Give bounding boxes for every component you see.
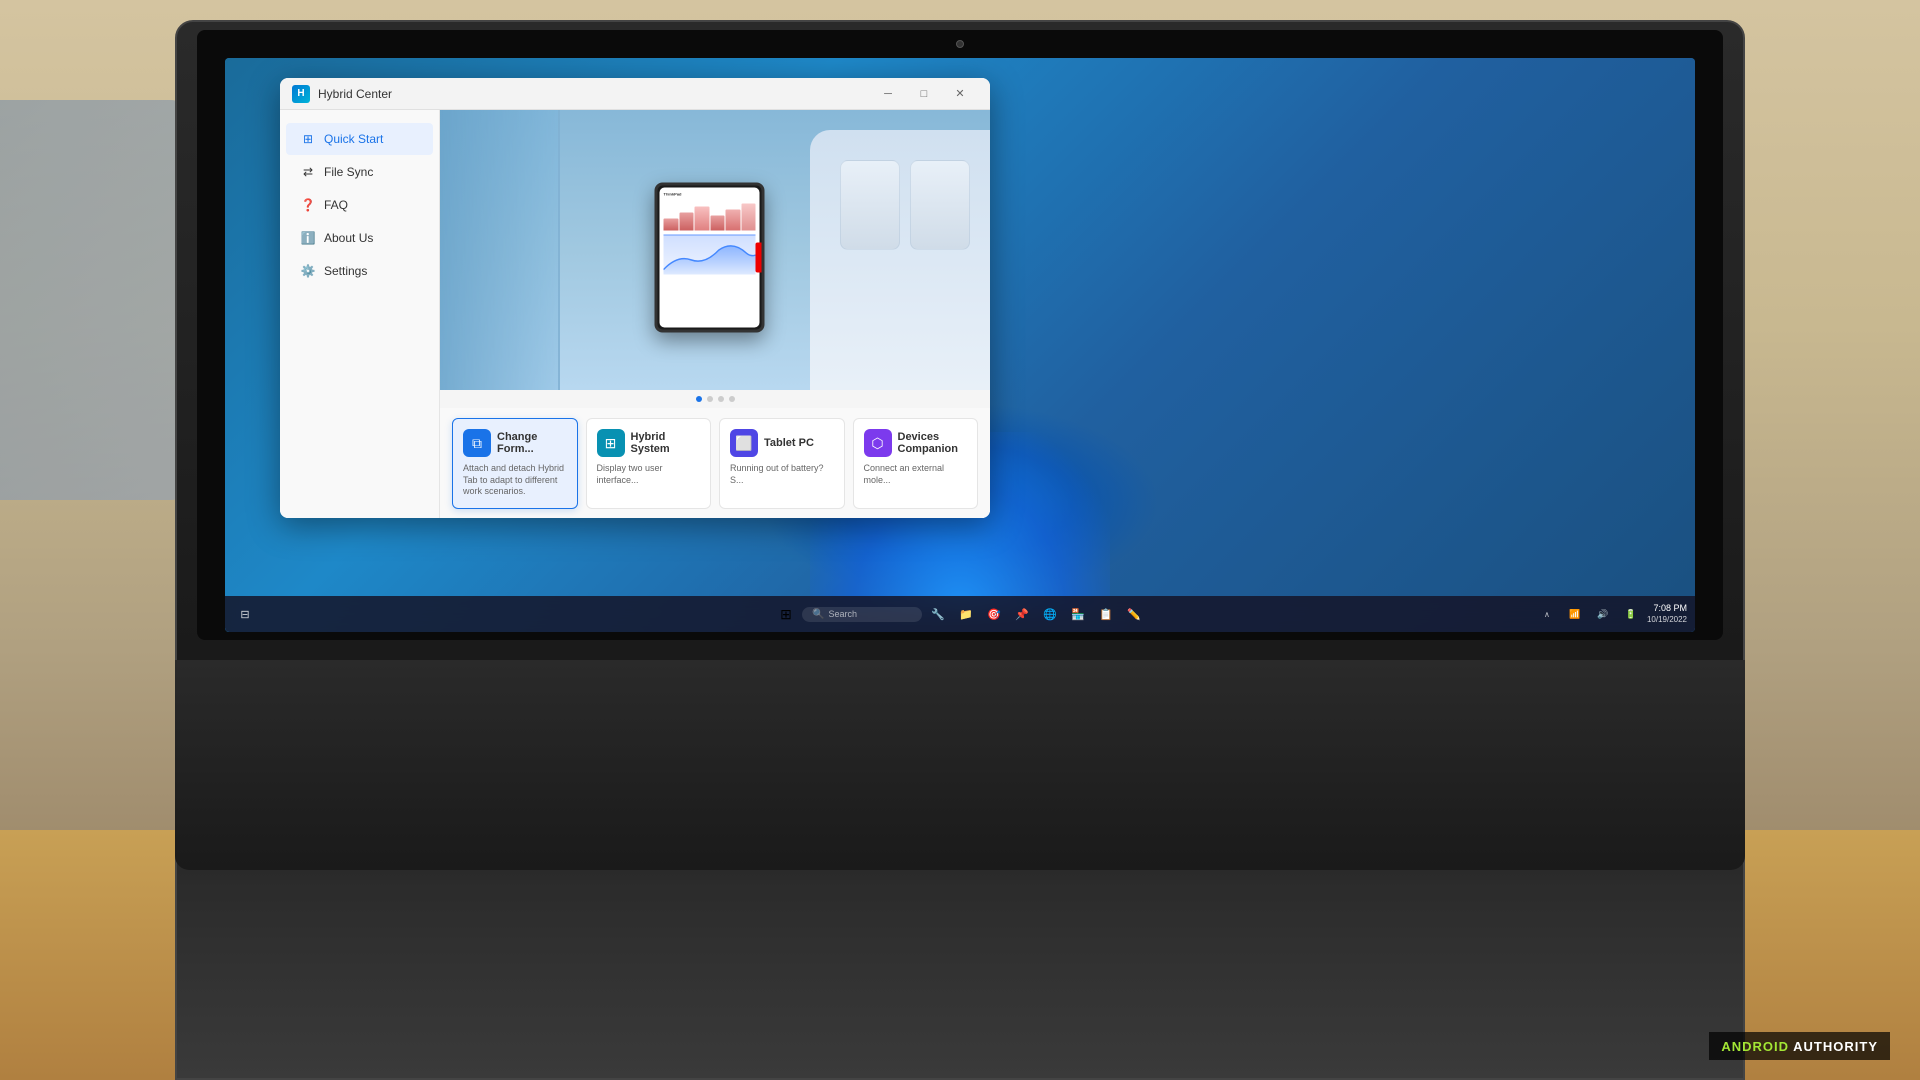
- tablet-pc-icon: ⬜: [730, 429, 758, 457]
- taskbar-center: ⊞ 🔍 Search 🔧 📁 🎯 📌 🌐 🏪 📋 ✏️: [774, 602, 1146, 626]
- bar-2: [679, 213, 694, 231]
- bar-3: [695, 207, 710, 231]
- watermark-authority: AUTHORITY: [1789, 1039, 1878, 1054]
- hybrid-center-window: H Hybrid Center ─ □ ✕: [280, 78, 990, 518]
- hero-banner: ThinkPad: [440, 110, 990, 390]
- sidebar-item-about-us[interactable]: ℹ️ About Us: [286, 222, 433, 254]
- window-title: Hybrid Center: [318, 87, 870, 101]
- carousel-dot-3[interactable]: [718, 396, 724, 402]
- carousel-dot-2[interactable]: [707, 396, 713, 402]
- window-controls: ─ □ ✕: [870, 78, 978, 110]
- cabin-scene: ThinkPad: [440, 110, 990, 390]
- carousel-dots: [440, 390, 990, 408]
- hybrid-system-icon: ⊞: [597, 429, 625, 457]
- hybrid-system-title: Hybrid System: [631, 431, 701, 455]
- seat-2: [840, 160, 900, 250]
- sidebar-item-file-sync[interactable]: ⇄ File Sync: [286, 156, 433, 188]
- sidebar-item-settings[interactable]: ⚙️ Settings: [286, 255, 433, 287]
- devices-companion-title: Devices Companion: [898, 431, 968, 455]
- chart-header: ThinkPad: [664, 192, 756, 197]
- taskbar-app-8[interactable]: ✏️: [1122, 602, 1146, 626]
- carousel-dot-1[interactable]: [696, 396, 702, 402]
- file-sync-icon: ⇄: [300, 164, 316, 180]
- maximize-button[interactable]: □: [906, 78, 942, 110]
- hybrid-system-desc: Display two user interface...: [597, 463, 701, 486]
- taskbar-app-1[interactable]: 🔧: [926, 602, 950, 626]
- sidebar: ⊞ Quick Start ⇄ File Sync ❓ FAQ: [280, 110, 440, 518]
- card-devices-companion[interactable]: ⬡ Devices Companion Connect an external …: [853, 418, 979, 509]
- taskbar-right: ∧ 📶 🔊 🔋 7:08 PM 10/19/2022: [1535, 602, 1687, 626]
- card-tablet-pc[interactable]: ⬜ Tablet PC Running out of battery? S...: [719, 418, 845, 509]
- taskbar-app-3[interactable]: 🎯: [982, 602, 1006, 626]
- settings-icon: ⚙️: [300, 263, 316, 279]
- watermark: ANDROID AUTHORITY: [1709, 1032, 1890, 1060]
- taskbar-app-5[interactable]: 🌐: [1038, 602, 1062, 626]
- devices-companion-icon: ⬡: [864, 429, 892, 457]
- carousel-dot-4[interactable]: [729, 396, 735, 402]
- laptop-camera: [956, 40, 964, 48]
- title-bar: H Hybrid Center ─ □ ✕: [280, 78, 990, 110]
- bar-chart: [664, 201, 756, 231]
- cabin-left-wall: [440, 110, 560, 390]
- tablet-pc-title: Tablet PC: [764, 437, 814, 449]
- screen-display: H Hybrid Center ─ □ ✕: [225, 58, 1695, 632]
- feature-cards: ⧉ Change Form... Attach and detach Hybri…: [440, 408, 990, 518]
- search-placeholder: Search: [828, 609, 857, 619]
- card-hybrid-system[interactable]: ⊞ Hybrid System Display two user interfa…: [586, 418, 712, 509]
- bar-6: [741, 204, 756, 231]
- system-clock[interactable]: 7:08 PM 10/19/2022: [1647, 603, 1687, 625]
- taskbar-app-4[interactable]: 📌: [1010, 602, 1034, 626]
- bar-1: [664, 219, 679, 231]
- card-hybrid-system-header: ⊞ Hybrid System: [597, 429, 701, 457]
- bar-5: [726, 210, 741, 231]
- sidebar-item-quick-start[interactable]: ⊞ Quick Start: [286, 123, 433, 155]
- cabin-seats-area: [810, 130, 990, 390]
- app-body: ⊞ Quick Start ⇄ File Sync ❓ FAQ: [280, 110, 990, 518]
- close-button[interactable]: ✕: [942, 78, 978, 110]
- volume-icon[interactable]: 🔊: [1591, 602, 1615, 626]
- change-form-desc: Attach and detach Hybrid Tab to adapt to…: [463, 463, 567, 498]
- main-content: ThinkPad: [440, 110, 990, 518]
- tablet-device: ThinkPad: [655, 183, 765, 333]
- about-icon: ℹ️: [300, 230, 316, 246]
- seat-1: [910, 160, 970, 250]
- taskbar: ⊟ ⊞ 🔍 Search 🔧 📁 🎯: [225, 596, 1695, 632]
- tablet-screen: ThinkPad: [660, 188, 760, 328]
- taskbar-app-6[interactable]: 🏪: [1066, 602, 1090, 626]
- start-button[interactable]: ⊞: [774, 602, 798, 626]
- battery-icon[interactable]: 🔋: [1619, 602, 1643, 626]
- windows-desktop: H Hybrid Center ─ □ ✕: [225, 58, 1695, 632]
- background-chairs: [0, 100, 200, 500]
- card-change-form-header: ⧉ Change Form...: [463, 429, 567, 457]
- card-change-form[interactable]: ⧉ Change Form... Attach and detach Hybri…: [452, 418, 578, 509]
- system-tray-expand[interactable]: ∧: [1535, 602, 1559, 626]
- bar-4: [710, 216, 725, 231]
- faq-icon: ❓: [300, 197, 316, 213]
- sidebar-item-faq[interactable]: ❓ FAQ: [286, 189, 433, 221]
- network-icon[interactable]: 📶: [1563, 602, 1587, 626]
- line-chart: [664, 235, 756, 275]
- change-form-title: Change Form...: [497, 431, 567, 455]
- laptop-shell: H Hybrid Center ─ □ ✕: [175, 20, 1745, 1080]
- laptop-keyboard: [175, 660, 1745, 870]
- taskbar-view-icon[interactable]: ⊟: [233, 602, 257, 626]
- change-form-icon: ⧉: [463, 429, 491, 457]
- card-tablet-pc-header: ⬜ Tablet PC: [730, 429, 834, 457]
- minimize-button[interactable]: ─: [870, 78, 906, 110]
- taskbar-left: ⊟: [233, 602, 257, 626]
- tablet-brand-stripe: [756, 243, 764, 273]
- tablet-chart: ThinkPad: [660, 188, 760, 279]
- search-bar[interactable]: 🔍 Search: [802, 607, 922, 622]
- app-logo: H: [292, 85, 310, 103]
- card-devices-companion-header: ⬡ Devices Companion: [864, 429, 968, 457]
- screen-bezel: H Hybrid Center ─ □ ✕: [197, 30, 1723, 640]
- tablet-pc-desc: Running out of battery? S...: [730, 463, 834, 486]
- watermark-android: ANDROID: [1721, 1039, 1789, 1054]
- quick-start-icon: ⊞: [300, 131, 316, 147]
- devices-companion-desc: Connect an external mole...: [864, 463, 968, 486]
- taskbar-app-7[interactable]: 📋: [1094, 602, 1118, 626]
- taskbar-app-2[interactable]: 📁: [954, 602, 978, 626]
